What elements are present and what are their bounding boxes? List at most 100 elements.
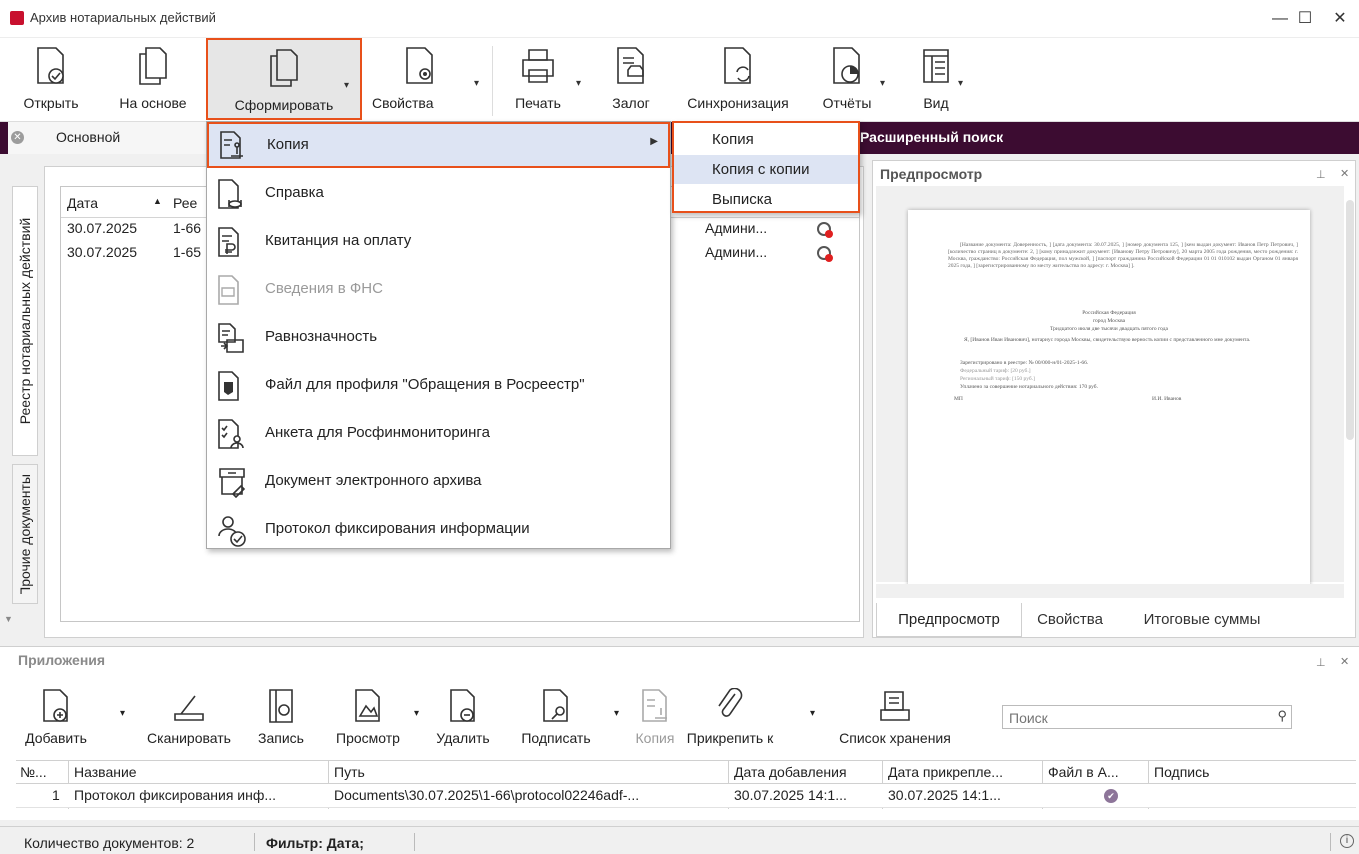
menu-item-certificate[interactable]: Справка [207,170,670,216]
view-attachment-button[interactable]: ▾ Просмотр [330,684,419,754]
row-added: 30.07.2025 14:1... [734,787,847,803]
tab-preview[interactable]: Предпросмотр [876,603,1022,637]
archive-box-icon [219,468,246,498]
menu-item-receipt[interactable]: Квитанция на оплату [207,218,670,264]
tab-other-documents[interactable]: Прочие документы [12,464,38,604]
tab-registry[interactable]: Реестр нотариальных действий [12,186,38,456]
menu-item-label: Равнозначность [265,328,378,345]
menu-item-label: Протокол фиксирования информации [265,520,530,537]
column-name[interactable]: Название [74,764,137,780]
search-icon[interactable]: ⚲ [1277,708,1287,724]
table-row[interactable]: 1 Протокол фиксирования инф... Documents… [16,784,1356,808]
column-added[interactable]: Дата добавления [734,764,847,780]
menu-item-label: Справка [265,184,324,201]
form-button[interactable]: ▾ Сформировать [206,38,362,120]
menu-item-rosfinmonitoring[interactable]: Анкета для Росфинмониторинга [207,410,670,456]
submenu-item-extract[interactable]: Выписка [674,185,858,214]
info-icon[interactable]: i [1340,834,1354,848]
view-button[interactable]: ▾ Вид [912,38,963,120]
row-number: 1 [52,787,60,803]
status-bar: Количество документов: 2 Фильтр: Дата; i [0,826,1359,854]
status-separator [1330,833,1331,851]
tab-properties[interactable]: Свойства [1024,603,1116,637]
add-attachment-button[interactable]: ▾ Добавить [24,684,125,754]
sort-asc-icon: ▲ [153,196,162,206]
based-on-button[interactable]: На основе [108,38,198,120]
menu-item-fns-info[interactable]: Сведения в ФНС [207,266,670,312]
row-path: Documents\30.07.2025\1-66\protocol02246a… [334,787,640,803]
preview-scrollbar[interactable] [1346,200,1354,440]
delete-attachment-button[interactable]: Удалить [428,684,498,754]
close-button[interactable]: ✕ [1325,8,1355,32]
tab-totals[interactable]: Итоговые суммы [1122,603,1282,637]
properties-button[interactable]: ▾ Свойства [370,38,479,120]
copy-label: Копия [635,730,675,746]
preview-hscroll[interactable] [876,584,1344,598]
record-button[interactable]: Запись [252,684,310,754]
attach-to-button[interactable]: ▾ Прикрепить к [680,684,815,754]
attach-to-label: Прикрепить к [686,730,774,746]
sync-icon [724,47,751,84]
row-user: Админи... [705,244,768,260]
doc-reg-tariff: Региональный тариф: [150 руб.] [960,376,1035,382]
column-registry[interactable]: Рее [173,195,203,211]
sync-button[interactable]: Синхронизация [676,38,800,120]
document-count: Количество документов: 2 [24,835,195,851]
doc-country: Российская Федерация [1082,310,1136,316]
status-separator [254,833,255,851]
menu-item-rosreestr-file[interactable]: Файл для профиля "Обращения в Росреестр" [207,362,670,408]
copy-stamp-icon [220,131,243,159]
sign-label: Подписать [521,730,591,746]
chevron-down-icon: ▾ [880,78,886,89]
close-panel-icon[interactable]: ✕ [1340,655,1349,668]
copy-attachment-button[interactable]: Копия [630,684,680,754]
menu-item-copy[interactable]: Копия ▶ [207,122,670,168]
row-registry: 1-65 [173,244,202,260]
pin-icon[interactable]: ⊥ [1316,168,1326,181]
menu-item-fixation-protocol[interactable]: Протокол фиксирования информации [207,506,670,552]
delete-label: Удалить [436,730,490,746]
column-path[interactable]: Путь [334,764,365,780]
questionnaire-person-icon [218,419,244,449]
column-file-in-archive[interactable]: Файл в А... [1048,764,1119,780]
column-attached[interactable]: Дата прикрепле... [888,764,1003,780]
app-icon [10,11,24,25]
main-toolbar: Открыть На основе ▾ Сформировать ▾ Свойс… [0,38,1359,122]
menu-item-equivalence[interactable]: Равнозначность [207,314,670,360]
column-date[interactable]: Дата [67,195,98,211]
sign-attachment-button[interactable]: ▾ Подписать [510,684,619,754]
search-input[interactable] [1007,709,1257,727]
chevron-down-icon: ▾ [614,708,620,719]
column-number[interactable]: №... [20,764,47,780]
based-on-label: На основе [119,95,187,111]
submenu-item-copy-of-copy[interactable]: Копия с копии [674,155,858,184]
protocol-users-icon [218,516,246,547]
tab-other-label: Прочие документы [17,474,33,594]
reports-button[interactable]: ▾ Отчёты [814,38,885,120]
tab-main[interactable]: ✕ Основной [8,122,208,154]
record-film-icon [269,689,293,723]
form-dropdown-menu: Копия ▶ Справка Квитанция на оплату Свед… [206,121,671,549]
print-button[interactable]: ▾ Печать [500,38,581,120]
storage-list-button[interactable]: Список хранения [822,684,968,754]
column-signature[interactable]: Подпись [1154,764,1209,780]
scroll-down-icon[interactable]: ▼ [4,614,13,624]
pledge-button[interactable]: Залог [604,38,658,120]
menu-item-electronic-archive[interactable]: Документ электронного архива [207,458,670,504]
sync-label: Синхронизация [687,95,789,111]
search-field[interactable]: ⚲ [1002,705,1292,729]
pin-icon[interactable]: ⊥ [1316,656,1326,669]
menu-item-label: Копия [267,136,309,153]
row-date: 30.07.2025 [67,244,138,260]
close-panel-icon[interactable]: ✕ [1340,167,1349,180]
row-attached: 30.07.2025 14:1... [888,787,1001,803]
maximize-button[interactable]: ☐ [1290,8,1320,32]
submenu-item-copy[interactable]: Копия [674,125,858,154]
printer-icon [522,49,554,83]
scan-button[interactable]: Сканировать [136,684,242,754]
scanner-icon [174,695,204,721]
open-button[interactable]: Открыть [18,38,84,120]
close-tab-icon[interactable]: ✕ [11,131,24,144]
advanced-search-link[interactable]: Расширенный поиск [860,129,1003,145]
remove-file-icon [450,689,475,722]
